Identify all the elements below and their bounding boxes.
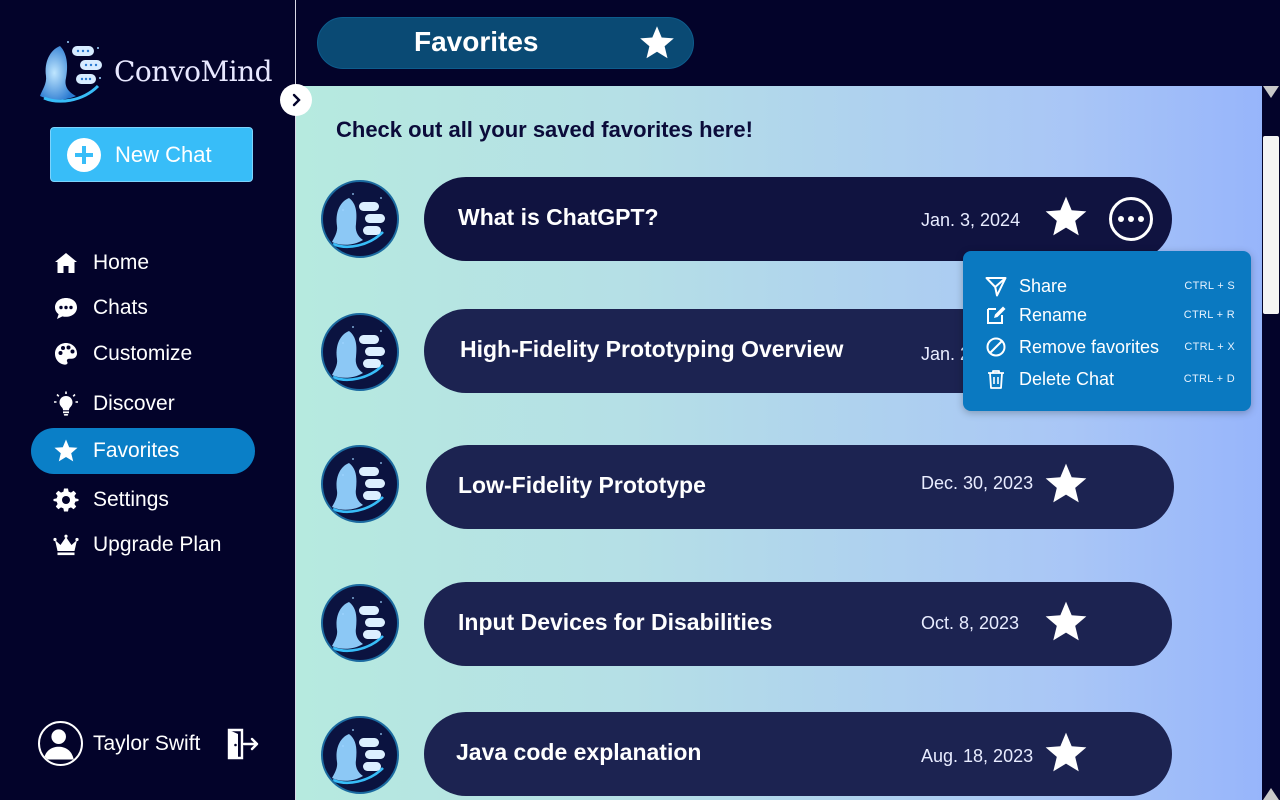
scroll-up-arrow-icon[interactable]	[1263, 86, 1279, 98]
dot	[1138, 216, 1144, 222]
scroll-thumb[interactable]	[1263, 136, 1279, 314]
favorites-panel: Check out all your saved favorites here!…	[296, 86, 1262, 800]
chat-bubble-icon	[53, 295, 79, 321]
send-icon	[985, 277, 1007, 297]
shortcut-label: CTRL + S	[1184, 280, 1235, 292]
sidebar-item-upgrade-plan[interactable]: Upgrade Plan	[31, 522, 255, 568]
chat-title: Input Devices for Disabilities	[458, 609, 773, 635]
sidebar-item-label: Chats	[93, 296, 148, 319]
chat-avatar	[321, 313, 399, 391]
chat-avatar	[321, 716, 399, 794]
avatar	[38, 721, 83, 766]
menu-item-remove-favorites[interactable]: Remove favorites CTRL + X	[985, 333, 1235, 361]
collapse-sidebar-button[interactable]	[280, 84, 312, 116]
shortcut-label: CTRL + R	[1183, 309, 1235, 321]
favorite-star-icon[interactable]	[1043, 194, 1089, 240]
star-icon	[53, 438, 79, 464]
sidebar-item-settings[interactable]: Settings	[31, 477, 255, 523]
menu-item-label: Rename	[1019, 304, 1088, 325]
chat-date: Oct. 8, 2023	[921, 613, 1020, 633]
favorite-chat-item[interactable]: Java code explanation Aug. 18, 2023	[424, 712, 1172, 796]
bot-icon	[332, 458, 385, 513]
chat-title: Low-Fidelity Prototype	[458, 472, 706, 498]
logo-icon	[40, 41, 102, 103]
new-chat-label: New Chat	[115, 141, 212, 167]
dot	[1128, 216, 1134, 222]
favorite-star-icon[interactable]	[1043, 730, 1089, 776]
page-title: Favorites	[414, 26, 539, 57]
user-name: Taylor Swift	[93, 731, 201, 755]
sidebar-item-label: Favorites	[93, 439, 180, 462]
new-chat-button[interactable]: New Chat	[50, 127, 253, 182]
favorite-chat-item[interactable]: Low-Fidelity Prototype Dec. 30, 2023	[426, 445, 1174, 529]
sidebar-item-label: Discover	[93, 392, 175, 415]
crown-icon	[53, 532, 79, 558]
edit-icon	[987, 306, 1006, 324]
sidebar-item-label: Home	[93, 251, 150, 274]
favorite-star-icon[interactable]	[1043, 599, 1089, 645]
chat-title: What is ChatGPT?	[458, 204, 659, 230]
plus-icon	[67, 137, 101, 172]
sidebar-item-favorites[interactable]: Favorites	[31, 428, 255, 474]
sidebar-item-home[interactable]: Home	[31, 240, 255, 286]
bot-icon	[332, 597, 385, 652]
shortcut-label: CTRL + X	[1184, 341, 1235, 353]
logout-icon[interactable]	[226, 727, 260, 761]
chevron-right-icon	[292, 93, 301, 107]
star-icon	[640, 26, 674, 59]
favorite-chat-item[interactable]: Input Devices for Disabilities Oct. 8, 2…	[424, 582, 1172, 666]
scrollbar[interactable]	[1262, 86, 1280, 800]
ban-icon	[986, 337, 1006, 357]
menu-item-label: Remove favorites	[1019, 336, 1160, 357]
lightbulb-icon	[53, 391, 79, 417]
chat-avatar	[321, 180, 399, 258]
more-options-button[interactable]	[1109, 197, 1153, 241]
logo: ConvoMind	[38, 38, 273, 104]
chat-avatar	[321, 445, 399, 523]
menu-item-label: Delete Chat	[1019, 368, 1115, 389]
menu-item-share[interactable]: Share CTRL + S	[985, 272, 1235, 300]
app-window: ConvoMind New Chat Home Chats Customize …	[0, 0, 1280, 800]
chat-date: Aug. 18, 2023	[921, 746, 1034, 766]
user-profile[interactable]: Taylor Swift	[38, 721, 200, 766]
sidebar-item-label: Customize	[93, 342, 193, 365]
scroll-down-arrow-icon[interactable]	[1263, 788, 1279, 800]
bot-icon	[332, 326, 385, 381]
favorite-chat-item[interactable]: What is ChatGPT? Jan. 3, 2024	[424, 177, 1172, 261]
app-name: ConvoMind	[114, 54, 273, 88]
chat-date: Jan. 3, 2024	[921, 210, 1021, 230]
bot-icon	[332, 729, 385, 784]
sidebar-item-label: Upgrade Plan	[93, 533, 222, 556]
sidebar: ConvoMind New Chat Home Chats Customize …	[0, 0, 296, 800]
gear-icon	[53, 487, 79, 513]
bot-icon	[332, 193, 385, 248]
page-header: Favorites	[317, 17, 694, 69]
menu-item-rename[interactable]: Rename CTRL + R	[985, 301, 1235, 329]
chat-title: High-Fidelity Prototyping Overview	[460, 336, 844, 362]
sidebar-item-discover[interactable]: Discover	[31, 381, 255, 427]
menu-item-delete-chat[interactable]: Delete Chat CTRL + D	[985, 365, 1235, 393]
sidebar-item-label: Settings	[93, 488, 169, 511]
favorite-star-icon[interactable]	[1043, 461, 1089, 507]
chat-title: Java code explanation	[456, 739, 702, 765]
dot	[1118, 216, 1124, 222]
home-icon	[53, 250, 79, 276]
chat-avatar	[321, 584, 399, 662]
shortcut-label: CTRL + D	[1183, 373, 1235, 385]
sidebar-item-customize[interactable]: Customize	[31, 331, 255, 377]
sidebar-item-chats[interactable]: Chats	[31, 285, 255, 331]
page-subtitle: Check out all your saved favorites here!	[336, 117, 753, 142]
trash-icon	[988, 370, 1004, 389]
chat-date: Dec. 30, 2023	[921, 473, 1034, 493]
menu-item-label: Share	[1019, 275, 1068, 296]
palette-icon	[53, 341, 79, 367]
user-icon	[43, 729, 74, 760]
chat-options-menu: Share CTRL + S Rename CTRL + R Remove fa…	[963, 251, 1251, 411]
